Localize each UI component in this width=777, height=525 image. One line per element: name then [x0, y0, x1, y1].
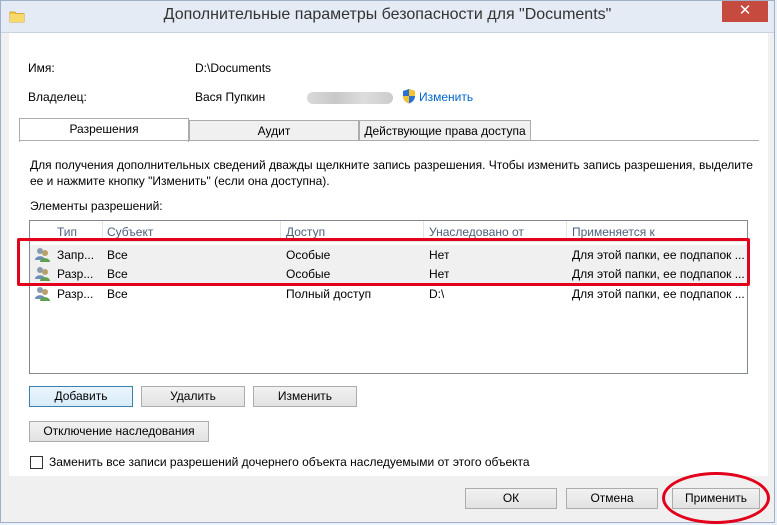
tab-divider	[19, 140, 759, 141]
uac-shield-icon	[403, 89, 415, 104]
dialog-footer: ОК Отмена Применить	[9, 476, 768, 518]
cancel-button[interactable]: Отмена	[566, 488, 658, 509]
replace-child-permissions-checkbox[interactable]	[30, 456, 43, 469]
disable-inheritance-button[interactable]: Отключение наследования	[29, 421, 209, 442]
owner-account-redacted	[307, 92, 393, 104]
users-icon	[35, 248, 50, 262]
list-header: Тип Субъект Доступ Унаследовано от Приме…	[30, 221, 747, 242]
instructions-text: Для получения дополнительных сведений дв…	[30, 158, 753, 188]
security-dialog: Дополнительные параметры безопасности дл…	[0, 0, 775, 524]
cell-type: Разр...	[57, 287, 94, 301]
users-icon	[35, 267, 50, 281]
column-separator[interactable]	[102, 221, 103, 241]
apply-button[interactable]: Применить	[672, 488, 760, 509]
permissions-list[interactable]: Тип Субъект Доступ Унаследовано от Приме…	[29, 220, 748, 374]
tab-audit[interactable]: Аудит	[189, 120, 359, 141]
cell-inherited: Нет	[429, 248, 450, 262]
cell-access: Особые	[286, 267, 331, 281]
cell-applies: Для этой папки, ее подпапок ...	[572, 267, 744, 281]
column-separator[interactable]	[280, 221, 281, 241]
column-type[interactable]: Тип	[57, 225, 77, 239]
change-owner-link[interactable]: Изменить	[419, 90, 473, 104]
replace-child-permissions-label[interactable]: Заменить все записи разрешений дочернего…	[49, 455, 530, 469]
cell-subject: Все	[107, 287, 128, 301]
cell-access: Особые	[286, 248, 331, 262]
column-separator[interactable]	[566, 221, 567, 241]
cell-inherited: Нет	[429, 267, 450, 281]
close-button[interactable]: ✕	[722, 1, 768, 22]
owner-value: Вася Пупкин	[195, 90, 266, 104]
table-row[interactable]: Разр... Все Особые Нет Для этой папки, е…	[30, 264, 747, 283]
ok-button[interactable]: ОК	[465, 488, 557, 509]
owner-label: Владелец:	[28, 90, 87, 104]
cell-applies: Для этой папки, ее подпапок ...	[572, 248, 744, 262]
users-icon	[35, 287, 50, 301]
cell-access: Полный доступ	[286, 287, 372, 301]
edit-button[interactable]: Изменить	[253, 386, 357, 407]
cell-subject: Все	[107, 267, 128, 281]
dialog-content: Имя: D:\Documents Владелец: Вася Пупкин …	[9, 33, 768, 476]
cell-inherited: D:\	[429, 287, 445, 301]
tab-effective-access[interactable]: Действующие права доступа	[359, 120, 531, 141]
title-bar[interactable]: Дополнительные параметры безопасности дл…	[1, 1, 774, 33]
cell-subject: Все	[107, 248, 128, 262]
column-separator[interactable]	[423, 221, 424, 241]
column-applies[interactable]: Применяется к	[572, 225, 655, 239]
add-button[interactable]: Добавить	[29, 386, 133, 407]
cell-applies: Для этой папки, ее подпапок ...	[572, 287, 744, 301]
remove-button[interactable]: Удалить	[141, 386, 245, 407]
window-title: Дополнительные параметры безопасности дл…	[163, 6, 612, 23]
tab-permissions[interactable]: Разрешения	[19, 118, 189, 142]
name-value: D:\Documents	[195, 61, 272, 75]
table-row[interactable]: Разр... Все Полный доступ D:\ Для этой п…	[30, 284, 747, 303]
close-icon: ✕	[738, 2, 752, 19]
cell-type: Разр...	[57, 267, 94, 281]
name-label: Имя:	[28, 61, 55, 75]
table-row[interactable]: Запр... Все Особые Нет Для этой папки, е…	[30, 245, 747, 264]
cell-type: Запр...	[57, 248, 95, 262]
column-subject[interactable]: Субъект	[107, 225, 153, 239]
column-access[interactable]: Доступ	[286, 225, 325, 239]
column-inherited[interactable]: Унаследовано от	[429, 225, 524, 239]
entries-label: Элементы разрешений:	[30, 199, 163, 213]
